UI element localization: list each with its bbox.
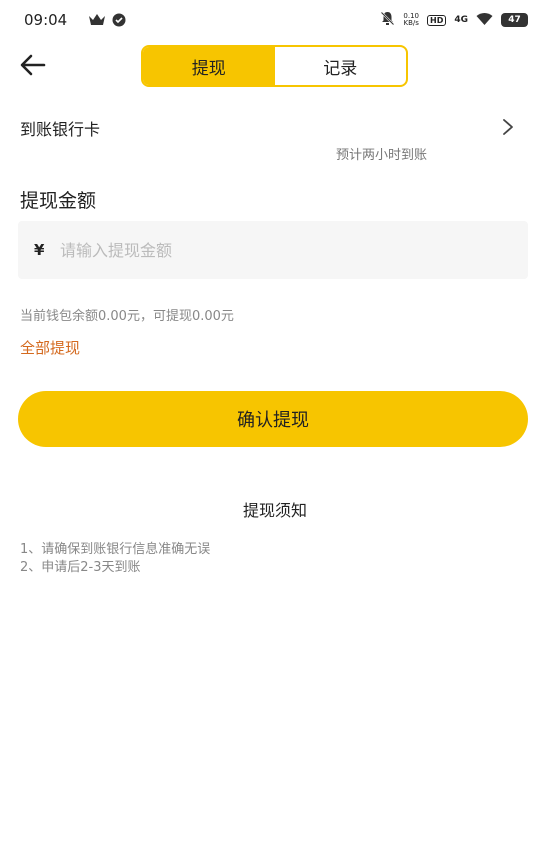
arrow-left-icon <box>20 54 46 76</box>
status-right: 0.10 KB/s HD 4G 47 <box>380 11 528 29</box>
hd-badge: HD <box>427 14 447 26</box>
amount-input[interactable] <box>60 232 510 268</box>
mute-bell-icon <box>380 11 395 30</box>
status-time: 09:04 <box>24 11 68 29</box>
notice-item: 2、申请后2-3天到账 <box>20 560 141 575</box>
shield-icon <box>112 12 126 31</box>
back-button[interactable] <box>18 52 48 78</box>
chevron-right-icon[interactable] <box>500 117 516 137</box>
signal-label: 4G <box>454 15 468 25</box>
arrival-time-note: 预计两小时到账 <box>336 148 428 163</box>
wallet-balance-text: 当前钱包余额0.00元，可提现0.00元 <box>20 309 234 324</box>
amount-title: 提现金额 <box>20 190 97 212</box>
notice-item: 1、请确保到账银行信息准确无误 <box>20 542 211 557</box>
crown-icon <box>88 12 106 31</box>
net-speed-unit: KB/s <box>403 19 419 27</box>
net-speed: 0.10 KB/s <box>403 13 419 27</box>
tab-withdraw[interactable]: 提现 <box>143 47 275 85</box>
battery-indicator: 47 <box>501 13 528 27</box>
withdraw-all-link[interactable]: 全部提现 <box>20 337 80 358</box>
bank-card-label[interactable]: 到账银行卡 <box>20 116 100 140</box>
tab-switcher: 提现 记录 <box>141 45 408 87</box>
notice-title: 提现须知 <box>242 501 307 520</box>
notice-list: 1、请确保到账银行信息准确无误 2、申请后2-3天到账 <box>20 541 210 577</box>
wifi-icon <box>476 11 493 30</box>
confirm-withdraw-button[interactable]: 确认提现 <box>18 391 528 447</box>
status-bar: 09:04 0.10 KB/s HD 4G 47 <box>0 0 550 40</box>
currency-symbol: ¥ <box>34 241 45 259</box>
tab-records[interactable]: 记录 <box>275 47 407 85</box>
